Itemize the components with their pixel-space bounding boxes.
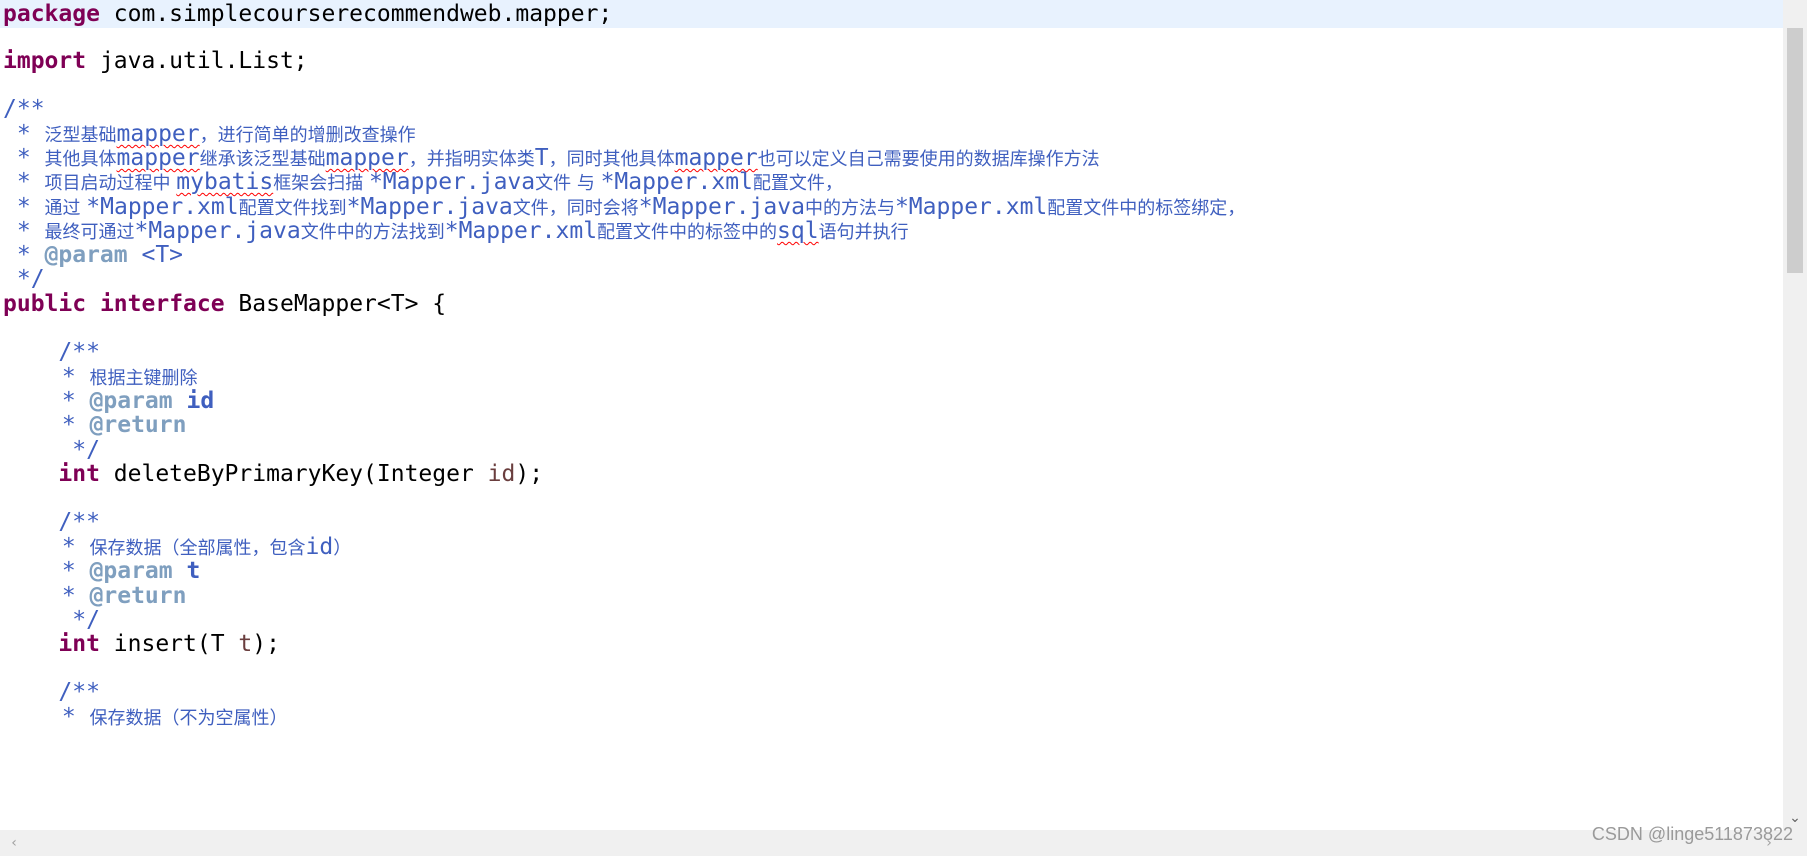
method-signature-end: ); xyxy=(252,631,280,657)
doc-text: ，进行简单的增删改查操作 xyxy=(199,125,416,146)
method-parameter: t xyxy=(238,631,253,657)
code-line-m2-signature[interactable]: int insert(T t); xyxy=(3,630,280,658)
javadoc-return-tag: @return xyxy=(89,412,187,438)
code-editor[interactable]: package com.simplecourserecommendweb.map… xyxy=(0,0,1783,830)
doc-open: /** xyxy=(3,509,100,535)
doc-text: 配置文件中的标签中的 xyxy=(597,222,778,243)
javadoc-param-value: t xyxy=(172,558,201,584)
doc-text: 继承该泛型基础 xyxy=(199,149,326,170)
doc-code-token: *Mapper.xml xyxy=(894,194,1048,220)
doc-text: 根据主键删除 xyxy=(89,368,198,389)
code-line-doc-open[interactable]: /** xyxy=(3,95,45,123)
doc-text: 配置文件， xyxy=(752,173,843,194)
doc-text: 泛型基础 xyxy=(44,125,117,146)
doc-text: ，并指明实体类 xyxy=(408,149,535,170)
method-signature: insert(T xyxy=(99,631,239,657)
doc-text: 也可以定义自己需要使用的数据库操作方法 xyxy=(757,149,1100,170)
doc-text: ，同时其他具体 xyxy=(548,149,675,170)
code-line-m2-doc-open[interactable]: /** xyxy=(3,508,100,536)
keyword-package: package xyxy=(3,1,100,27)
doc-text: 配置文件找到 xyxy=(238,198,347,219)
doc-text: 配置文件中的标签绑定， xyxy=(1047,198,1246,219)
code-line-m1-doc-open[interactable]: /** xyxy=(3,338,100,366)
doc-open: /** xyxy=(3,339,100,365)
package-name: com.simplecourserecommendweb.mapper; xyxy=(99,1,613,27)
javadoc-param-tag: @param xyxy=(89,558,173,584)
method-signature: deleteByPrimaryKey(Integer xyxy=(99,461,488,487)
doc-text: 框架会扫描 xyxy=(273,173,369,194)
code-line-m1-signature[interactable]: int deleteByPrimaryKey(Integer id); xyxy=(3,460,543,488)
doc-text: 文件 与 xyxy=(535,173,601,194)
javadoc-param-value: <T> xyxy=(127,242,184,268)
doc-star: * xyxy=(48,558,90,584)
doc-text: 通过 xyxy=(44,198,87,219)
doc-text: 项目启动过程中 xyxy=(44,173,177,194)
watermark-text: CSDN @linge511873822 xyxy=(1591,824,1793,844)
horizontal-scrollbar[interactable]: ‹ › xyxy=(0,830,1807,856)
doc-code-token: *Mapper.xml xyxy=(444,218,598,244)
code-line-m1-doc-return[interactable]: * @return xyxy=(3,411,187,439)
doc-star: * xyxy=(3,169,45,195)
scroll-left-arrow-icon[interactable]: ‹ xyxy=(4,833,24,853)
code-line-m2-doc-param[interactable]: * @param t xyxy=(3,557,201,585)
doc-star: * xyxy=(48,412,90,438)
doc-text: 保存数据（全部属性，包含 xyxy=(89,538,306,559)
javadoc-return-tag: @return xyxy=(89,583,187,609)
vertical-scrollbar-thumb[interactable] xyxy=(1787,28,1803,273)
doc-text: 其他具体 xyxy=(44,149,117,170)
doc-text: 文件，同时会将 xyxy=(512,198,639,219)
code-line-doc-3[interactable]: * 项目启动过程中 mybatis框架会扫描 *Mapper.java文件 与 … xyxy=(3,168,843,196)
doc-text: 中的方法与 xyxy=(804,198,895,219)
code-line-package[interactable]: package com.simplecourserecommendweb.map… xyxy=(0,0,1783,28)
doc-code-token: *Mapper.java xyxy=(368,169,536,195)
keyword-int: int xyxy=(58,631,100,657)
keyword-interface: interface xyxy=(99,291,225,317)
code-line-interface[interactable]: public interface BaseMapper<T> { xyxy=(3,290,446,318)
method-signature-end: ); xyxy=(515,461,544,487)
doc-text: 语句并执行 xyxy=(818,222,909,243)
keyword-int: int xyxy=(58,461,100,487)
code-line-m3-doc-open[interactable]: /** xyxy=(3,678,100,706)
doc-open: /** xyxy=(3,96,45,122)
doc-code-token: id xyxy=(305,534,334,560)
doc-text: 最终可通过 xyxy=(44,222,135,243)
keyword-public: public xyxy=(3,291,87,317)
code-line-import[interactable]: import java.util.List; xyxy=(3,47,308,75)
interface-declaration: BaseMapper<T> { xyxy=(224,291,447,317)
code-line-doc-close[interactable]: */ xyxy=(3,265,45,293)
code-line-m3-doc-desc[interactable]: * 保存数据（不为空属性） xyxy=(3,703,288,731)
doc-text: 保存数据（不为空属性） xyxy=(89,708,288,729)
javadoc-param-tag: @param xyxy=(44,242,128,268)
vertical-scrollbar[interactable]: ⌄ xyxy=(1783,0,1807,830)
doc-close: */ xyxy=(3,266,45,292)
import-name: java.util.List; xyxy=(86,48,308,74)
doc-text: 文件中的方法找到 xyxy=(300,222,445,243)
doc-code-token: sql xyxy=(777,218,819,244)
doc-star: * xyxy=(48,704,90,730)
doc-code-token: *Mapper.xml xyxy=(600,169,753,195)
method-parameter: id xyxy=(487,461,516,487)
doc-code-token: mybatis xyxy=(176,169,274,195)
doc-open: /** xyxy=(3,679,100,705)
keyword-import: import xyxy=(3,48,87,74)
doc-text: ） xyxy=(333,538,352,559)
